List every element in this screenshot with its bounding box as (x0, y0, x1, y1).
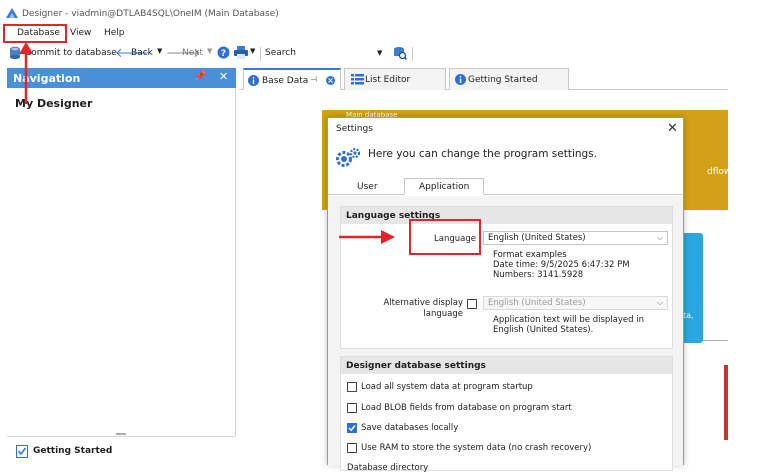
main-database-tile-text: dflow, dele (707, 167, 757, 177)
database-search-icon[interactable] (393, 46, 407, 60)
svg-text:?: ? (221, 49, 226, 59)
option-checkbox-checked[interactable] (347, 423, 357, 433)
tab-list-editor-label: List Editor (365, 75, 411, 85)
database-settings-header: Designer database settings (341, 357, 672, 374)
tab-base-data[interactable]: Base Data ⊣ (243, 68, 341, 90)
getting-started-nav-item[interactable]: Getting Started (7, 436, 236, 465)
tab-list-editor[interactable]: List Editor (344, 68, 446, 90)
option-checkbox[interactable] (347, 443, 357, 453)
dialog-title: Settings (336, 124, 373, 134)
format-date-example: Date time: 9/5/2025 6:47:32 PM (493, 260, 630, 270)
search-combo[interactable]: Search ▼ (264, 47, 384, 61)
chevron-down-icon: ⌵ (656, 233, 663, 242)
annotation-arrow-right (339, 230, 395, 244)
alt-language-note-line1: Application text will be displayed in (493, 315, 644, 325)
language-select[interactable]: English (United States) ⌵ (483, 231, 668, 245)
connector-line (703, 340, 728, 341)
tab-base-data-label: Base Data (262, 76, 309, 86)
back-button[interactable]: Back (131, 48, 153, 58)
blue-tile[interactable]: ta, (681, 233, 703, 343)
menu-bar: Database View Help (0, 24, 728, 43)
search-dropdown-icon[interactable]: ▼ (377, 49, 382, 57)
toolbar: Commit to database 🡐 Back ▼ 🡒 Next ▼ ? ▼… (0, 45, 728, 63)
pin-icon[interactable]: 📌 (194, 71, 206, 82)
toolbar-separator-2 (412, 47, 413, 61)
tab-pin-icon[interactable]: ⊣ (310, 75, 317, 84)
language-label-highlight (409, 219, 481, 255)
red-tile-edge (724, 365, 728, 440)
language-settings-section: Language settings Language English (Unit… (340, 206, 673, 349)
option-label: Use RAM to store the system data (no cra… (361, 443, 592, 453)
menu-view[interactable]: View (70, 28, 91, 38)
toolbar-separator (260, 47, 261, 61)
list-icon (351, 74, 364, 85)
alt-language-label-line1: Alternative display (383, 298, 463, 308)
info-icon (455, 74, 466, 85)
panel-splitter-handle[interactable] (116, 433, 126, 435)
getting-started-label: Getting Started (33, 446, 113, 456)
help-icon[interactable]: ? (217, 46, 230, 59)
alt-language-note: Application text will be displayed in En… (493, 315, 644, 335)
option-label: Load all system data at program startup (361, 382, 533, 392)
menu-help[interactable]: Help (104, 28, 125, 38)
window-title: Designer - viadmin@DTLAB4SQL\OneIM (Main… (22, 9, 279, 19)
dialog-message: Here you can change the program settings… (368, 148, 597, 160)
alt-language-label: Alternative display language (371, 298, 463, 320)
settings-dialog: Settings ✕ Here you can change the progr… (327, 117, 684, 473)
dialog-header: Here you can change the program settings… (328, 140, 683, 178)
chevron-down-icon: ⌵ (656, 298, 663, 307)
option-checkbox[interactable] (347, 382, 357, 392)
document-tab-bar: Base Data ⊣ List Editor Getting Started (239, 68, 728, 90)
printer-dropdown-icon[interactable]: ▼ (250, 47, 255, 55)
forward-button[interactable]: Next (182, 48, 203, 58)
dialog-close-icon[interactable]: ✕ (667, 121, 678, 136)
dialog-tab-bar: User Application (328, 178, 683, 195)
database-settings-section: Designer database settings Load all syst… (340, 356, 673, 473)
alt-language-checkbox[interactable] (467, 299, 477, 309)
format-examples: Format examples Date time: 9/5/2025 6:47… (493, 250, 630, 280)
navigation-header: Navigation 📌 ✕ (7, 68, 236, 88)
checkmark-icon (348, 425, 356, 432)
tab-close-icon[interactable] (326, 76, 335, 85)
menu-database[interactable]: Database (17, 28, 60, 38)
tab-application[interactable]: Application (404, 178, 484, 195)
option-label: Load BLOB fields from database on progra… (361, 403, 572, 413)
designer-app-icon (6, 8, 18, 18)
settings-gears-icon (336, 147, 361, 167)
alt-language-select-value: English (United States) (488, 298, 586, 308)
checklist-icon (16, 445, 28, 458)
tab-application-label: Application (419, 182, 470, 192)
blue-tile-text: ta, (683, 311, 694, 320)
language-select-value: English (United States) (488, 233, 586, 243)
format-number-example: Numbers: 3141.5928 (493, 270, 584, 280)
tab-getting-started-label: Getting Started (468, 75, 538, 85)
commit-button[interactable]: Commit to database (25, 48, 117, 58)
close-icon[interactable]: ✕ (219, 70, 228, 83)
option-label: Save databases locally (361, 423, 459, 433)
title-bar: Designer - viadmin@DTLAB4SQL\OneIM (Main… (0, 0, 728, 24)
alt-language-select[interactable]: English (United States) ⌵ (483, 296, 668, 310)
printer-icon[interactable] (234, 46, 248, 59)
forward-dropdown-icon[interactable]: ▼ (207, 47, 212, 55)
alt-language-label-line2: language (423, 309, 463, 319)
format-examples-title: Format examples (493, 250, 567, 260)
navigation-panel: Navigation 📌 ✕ My Designer Getting Start… (7, 68, 236, 465)
alt-language-note-line2: English (United States). (493, 325, 594, 335)
info-icon (248, 75, 259, 86)
search-label: Search (265, 48, 296, 58)
tab-getting-started[interactable]: Getting Started (449, 68, 569, 90)
language-settings-header: Language settings (341, 207, 672, 224)
option-checkbox[interactable] (347, 403, 357, 413)
annotation-arrow-up (19, 42, 33, 104)
back-dropdown-icon[interactable]: ▼ (157, 47, 162, 55)
